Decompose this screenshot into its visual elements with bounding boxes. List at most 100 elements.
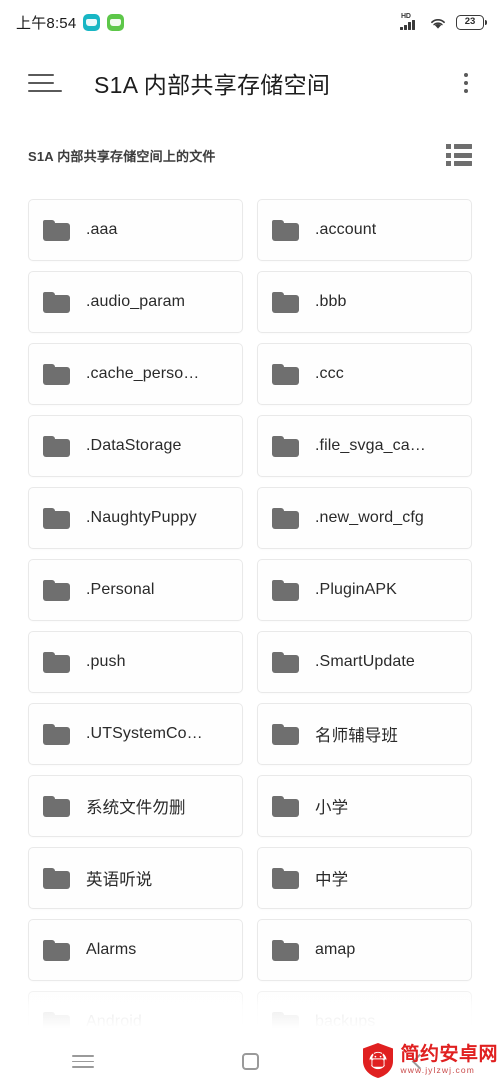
file-card[interactable]: 小学: [257, 775, 472, 837]
notification-app-icon-green: [107, 13, 125, 31]
file-card[interactable]: .cache_perso…: [28, 343, 243, 405]
status-bar-clock: 上午8:54: [16, 14, 77, 32]
file-card-label: .PluginAPK: [315, 581, 397, 598]
folder-icon: [272, 651, 299, 673]
folder-icon: [43, 219, 70, 241]
file-card[interactable]: 英语听说: [28, 847, 243, 909]
file-card[interactable]: .aaa: [28, 199, 243, 261]
file-card-label: 英语听说: [86, 871, 153, 889]
list-view-icon[interactable]: [446, 144, 472, 166]
folder-icon: [43, 867, 70, 889]
battery-percent-label: 23: [464, 16, 476, 28]
file-card-label: .push: [86, 653, 126, 670]
folder-icon: [272, 723, 299, 745]
file-card[interactable]: .bbb: [257, 271, 472, 333]
more-vert-icon[interactable]: [450, 66, 482, 100]
folder-icon: [43, 291, 70, 313]
file-card-label: Alarms: [86, 941, 137, 958]
file-card[interactable]: .NaughtyPuppy: [28, 487, 243, 549]
file-card-label: amap: [315, 941, 356, 958]
folder-icon: [43, 723, 70, 745]
file-card[interactable]: .push: [28, 631, 243, 693]
file-card-label: .file_svga_ca…: [315, 437, 426, 454]
file-card[interactable]: .file_svga_ca…: [257, 415, 472, 477]
file-card[interactable]: .ccc: [257, 343, 472, 405]
folder-icon: [43, 651, 70, 673]
file-card-label: .cache_perso…: [86, 365, 200, 382]
file-card-label: 系统文件勿删: [86, 799, 186, 817]
file-card-label: .audio_param: [86, 293, 186, 310]
subheader-label: S1A 内部共享存储空间上的文件: [28, 148, 216, 164]
file-card[interactable]: backups: [257, 991, 472, 1039]
recents-icon: [72, 1054, 95, 1069]
file-card-label: 小学: [315, 799, 349, 817]
hd-label: HD: [401, 12, 411, 20]
file-card[interactable]: .PluginAPK: [257, 559, 472, 621]
file-grid-scroll-area[interactable]: .aaa .account .audio_param .bbb .cache_perso…: [0, 177, 500, 1039]
folder-icon: [43, 507, 70, 529]
watermark-text: 简约安卓网 www.jylzwj.com: [400, 1044, 498, 1076]
file-card[interactable]: Alarms: [28, 919, 243, 981]
folder-icon: [272, 219, 299, 241]
file-card-label: .UTSystemCo…: [86, 725, 203, 742]
file-card[interactable]: .UTSystemCo…: [28, 703, 243, 765]
hamburger-menu-icon[interactable]: [28, 66, 62, 100]
status-bar-left: 上午8:54: [16, 12, 125, 33]
folder-icon: [43, 939, 70, 961]
file-card-label: Android: [86, 1013, 142, 1030]
file-card[interactable]: amap: [257, 919, 472, 981]
file-card[interactable]: 名师辅导班: [257, 703, 472, 765]
watermark-url: www.jylzwj.com: [400, 1065, 475, 1075]
subheader: S1A 内部共享存储空间上的文件: [0, 133, 500, 177]
file-card[interactable]: 中学: [257, 847, 472, 909]
home-square-icon: [241, 1053, 259, 1070]
folder-icon: [272, 1011, 299, 1033]
file-card[interactable]: .audio_param: [28, 271, 243, 333]
folder-icon: [272, 435, 299, 457]
folder-icon: [43, 1011, 70, 1033]
file-card[interactable]: .new_word_cfg: [257, 487, 472, 549]
file-card[interactable]: .account: [257, 199, 472, 261]
file-card-label: .NaughtyPuppy: [86, 509, 197, 526]
cellular-signal-icon: HD: [400, 12, 420, 31]
folder-icon: [272, 291, 299, 313]
status-bar: 上午8:54 HD 23: [0, 0, 500, 44]
file-card-label: 名师辅导班: [315, 727, 398, 745]
android-shield-logo: [361, 1042, 395, 1079]
file-manager-screen: 上午8:54 HD 23 S1A 内部共享存储空间 S1A 内部共享存储空间上的…: [0, 0, 500, 1084]
watermark-title: 简约安卓网: [400, 1044, 498, 1065]
folder-icon: [43, 579, 70, 601]
folder-icon: [43, 435, 70, 457]
battery-icon: 23: [456, 14, 487, 30]
file-card[interactable]: .DataStorage: [28, 415, 243, 477]
file-card-label: .SmartUpdate: [315, 653, 415, 670]
recents-button[interactable]: [0, 1039, 167, 1084]
folder-icon: [272, 939, 299, 961]
page-title: S1A 内部共享存储空间: [94, 72, 331, 98]
folder-icon: [272, 795, 299, 817]
folder-icon: [272, 507, 299, 529]
file-card[interactable]: .Personal: [28, 559, 243, 621]
file-card-label: .bbb: [315, 293, 347, 310]
app-bar: S1A 内部共享存储空间: [0, 44, 500, 122]
file-card[interactable]: Android: [28, 991, 243, 1039]
home-button[interactable]: [167, 1039, 334, 1084]
notification-app-icon-teal: [83, 13, 101, 31]
file-card-label: .account: [315, 221, 377, 238]
file-card-label: .new_word_cfg: [315, 509, 424, 526]
file-card[interactable]: .SmartUpdate: [257, 631, 472, 693]
folder-icon: [272, 363, 299, 385]
file-card[interactable]: 系统文件勿删: [28, 775, 243, 837]
folder-icon: [272, 579, 299, 601]
folder-icon: [43, 795, 70, 817]
file-card-label: .aaa: [86, 221, 118, 238]
signal-bars: [400, 19, 415, 30]
wifi-icon: [429, 15, 447, 30]
site-watermark: 简约安卓网 www.jylzwj.com: [361, 1036, 500, 1084]
file-grid: .aaa .account .audio_param .bbb .cache_perso…: [0, 177, 500, 1039]
file-card-label: .DataStorage: [86, 437, 182, 454]
folder-icon: [43, 363, 70, 385]
file-card-label: .Personal: [86, 581, 155, 598]
file-card-label: .ccc: [315, 365, 344, 382]
folder-icon: [272, 867, 299, 889]
